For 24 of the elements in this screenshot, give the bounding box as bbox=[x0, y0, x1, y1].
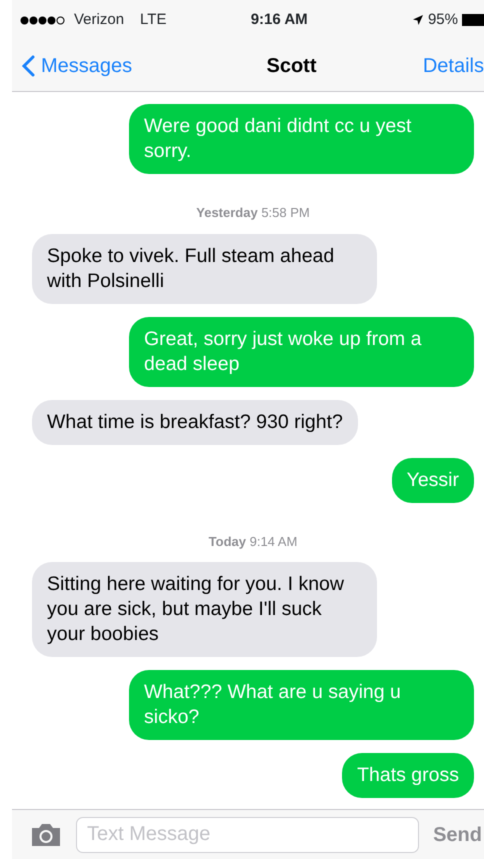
back-chevron-icon bbox=[22, 54, 35, 76]
status-time: 9:16 AM bbox=[250, 10, 308, 30]
camera-icon[interactable] bbox=[30, 822, 62, 847]
location-arrow-icon bbox=[412, 14, 424, 26]
received-message: Spoke to vivek. Full steam ahead with Polsinelli bbox=[32, 234, 377, 304]
message-input-field[interactable]: Text Message bbox=[76, 816, 420, 852]
battery-percent: 95% bbox=[428, 10, 458, 30]
received-message: What time is breakfast? 930 right? bbox=[32, 400, 358, 444]
sent-message: What??? What are u saying u sicko? bbox=[129, 670, 474, 740]
signal-icon bbox=[20, 16, 66, 24]
timestamp: Today 9:14 AM bbox=[208, 532, 298, 551]
timestamp: Yesterday 5:58 PM bbox=[196, 204, 310, 222]
sent-message: Thats gross bbox=[342, 753, 474, 798]
battery-icon bbox=[462, 14, 484, 26]
sent-message: Yessir bbox=[392, 458, 474, 502]
sent-message: Were good dani didnt cc u yest sorry. bbox=[129, 104, 474, 174]
network-type: LTE bbox=[140, 10, 166, 30]
send-button[interactable]: Send bbox=[433, 820, 484, 850]
carrier-name: Verizon bbox=[74, 10, 124, 30]
details-button[interactable]: Details bbox=[422, 50, 484, 80]
back-button[interactable]: Messages bbox=[12, 50, 132, 80]
conversation-title: Scott bbox=[266, 54, 316, 78]
sent-message: Great, sorry just woke up from a dead sleep bbox=[129, 316, 474, 386]
received-message: Sitting here waiting for you. I know you are sick, but maybe I'll suck your boobies bbox=[32, 562, 377, 657]
